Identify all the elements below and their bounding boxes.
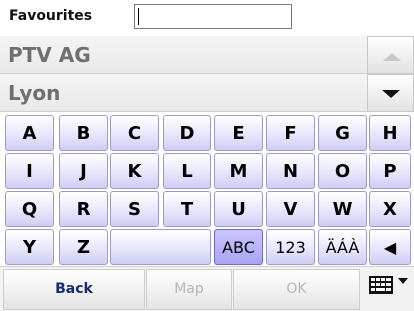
list-item[interactable]: PTV AG — [0, 36, 367, 74]
key-l[interactable]: L — [163, 153, 211, 189]
key-q[interactable]: Q — [5, 191, 54, 227]
space-key[interactable] — [110, 229, 211, 265]
key-z[interactable]: Z — [59, 229, 108, 265]
arrow-up-icon — [383, 53, 401, 61]
scroll-up-button[interactable] — [367, 36, 414, 74]
mode-123-key[interactable]: 123 — [266, 229, 315, 265]
results-list: PTV AG Lyon — [0, 36, 367, 112]
key-t[interactable]: T — [163, 191, 211, 227]
header: Favourites — [0, 0, 414, 35]
search-input[interactable] — [140, 7, 290, 28]
back-button[interactable]: Back — [3, 269, 145, 310]
scroll-down-button[interactable] — [367, 74, 414, 112]
key-r[interactable]: R — [59, 191, 108, 227]
on-screen-keyboard: A B C D E F G H I J K L M N O P Q R S T … — [0, 112, 414, 265]
mode-accents-key[interactable]: ÄÁÀ — [318, 229, 367, 265]
key-x[interactable]: X — [369, 191, 411, 227]
key-b[interactable]: B — [59, 115, 108, 151]
key-g[interactable]: G — [318, 115, 367, 151]
key-u[interactable]: U — [214, 191, 263, 227]
key-i[interactable]: I — [5, 153, 54, 189]
map-button[interactable]: Map — [146, 269, 232, 310]
mode-abc-key[interactable]: ABC — [214, 229, 263, 265]
key-y[interactable]: Y — [5, 229, 54, 265]
key-o[interactable]: O — [318, 153, 367, 189]
key-a[interactable]: A — [5, 115, 54, 151]
search-field[interactable] — [134, 4, 292, 29]
key-j[interactable]: J — [59, 153, 108, 189]
keyboard-layout-icon[interactable] — [368, 274, 396, 296]
key-c[interactable]: C — [110, 115, 159, 151]
key-m[interactable]: M — [214, 153, 263, 189]
ok-button[interactable]: OK — [233, 269, 360, 310]
chevron-down-icon — [398, 278, 408, 284]
backspace-icon: ◀ — [383, 238, 397, 257]
key-s[interactable]: S — [110, 191, 159, 227]
list-item[interactable]: Lyon — [0, 74, 367, 112]
key-h[interactable]: H — [369, 115, 411, 151]
key-d[interactable]: D — [163, 115, 211, 151]
favourites-label: Favourites — [9, 8, 93, 24]
key-p[interactable]: P — [369, 153, 411, 189]
key-w[interactable]: W — [318, 191, 367, 227]
arrow-down-icon — [382, 90, 400, 98]
key-n[interactable]: N — [266, 153, 315, 189]
key-v[interactable]: V — [266, 191, 315, 227]
bottom-bar: Back Map OK — [0, 266, 414, 311]
scroll-column — [367, 36, 414, 112]
text-caret — [138, 8, 139, 25]
key-e[interactable]: E — [214, 115, 263, 151]
backspace-key[interactable]: ◀ — [369, 229, 411, 265]
key-f[interactable]: F — [266, 115, 315, 151]
key-k[interactable]: K — [110, 153, 159, 189]
